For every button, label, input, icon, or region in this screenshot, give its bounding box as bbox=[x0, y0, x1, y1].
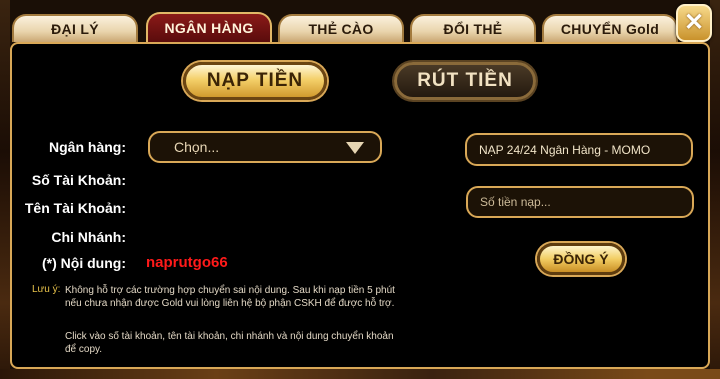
branch-label[interactable]: Chi Nhánh: bbox=[51, 229, 126, 245]
bank-label: Ngân hàng: bbox=[49, 139, 126, 155]
close-button[interactable]: ✕ bbox=[676, 4, 712, 42]
close-icon: ✕ bbox=[683, 9, 705, 36]
tab-bar: ĐẠI LÝ NGÂN HÀNG THẺ CÀO ĐỔI THẺ CHUYỂN … bbox=[10, 8, 680, 42]
background-frame-right bbox=[710, 0, 720, 379]
withdraw-button[interactable]: RÚT TIỀN bbox=[394, 62, 536, 100]
tab-the-cao[interactable]: THẺ CÀO bbox=[278, 14, 404, 42]
bank-select-value: Chọn... bbox=[174, 139, 220, 155]
account-name-label[interactable]: Tên Tài Khoản: bbox=[25, 200, 126, 216]
note-text-2: Click vào số tài khoản, tên tài khoản, c… bbox=[65, 331, 394, 355]
tab-ngan-hang[interactable]: NGÂN HÀNG bbox=[146, 12, 272, 42]
bank-select[interactable]: Chọn... bbox=[148, 131, 382, 163]
account-number-label[interactable]: Số Tài Khoản: bbox=[32, 172, 126, 188]
note-text-1: Không hỗ trợ các trường hợp chuyển sai n… bbox=[65, 285, 395, 309]
transfer-content-code[interactable]: naprutgo66 bbox=[146, 254, 228, 271]
confirm-button[interactable]: ĐỒNG Ý bbox=[537, 243, 625, 275]
deposit-button[interactable]: NẠP TIỀN bbox=[183, 62, 327, 100]
tab-doi-the[interactable]: ĐỔI THẺ bbox=[410, 14, 536, 42]
amount-field[interactable] bbox=[466, 186, 694, 218]
chevron-down-icon bbox=[346, 142, 364, 154]
note-heading: Lưu ý: bbox=[32, 284, 61, 295]
background-frame-bottom bbox=[0, 369, 720, 379]
background-frame-left bbox=[0, 0, 10, 379]
amount-input[interactable] bbox=[480, 195, 670, 209]
payment-method-select[interactable]: NẠP 24/24 Ngân Hàng - MOMO bbox=[465, 133, 693, 166]
content-label: (*) Nội dung: bbox=[42, 255, 126, 271]
tab-dai-ly[interactable]: ĐẠI LÝ bbox=[12, 14, 138, 42]
tab-chuyen-gold[interactable]: CHUYỂN Gold bbox=[542, 14, 678, 42]
payment-method-value: NẠP 24/24 Ngân Hàng - MOMO bbox=[479, 142, 651, 157]
